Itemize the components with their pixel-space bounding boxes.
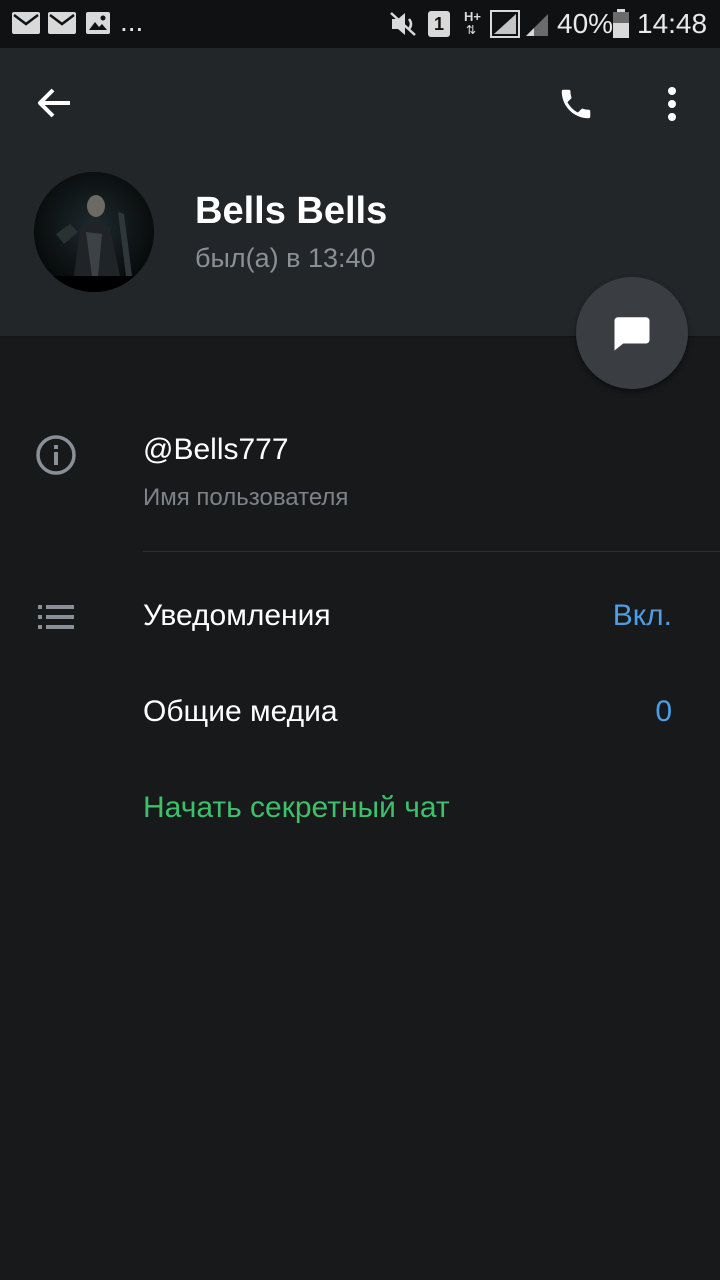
signal-icon (526, 14, 548, 36)
mail-icon (48, 12, 76, 34)
mute-icon (390, 12, 416, 36)
contact-name: Bells Bells (195, 190, 388, 232)
status-bar: ... 1 H+ ⇅ 40% 14:48 (0, 0, 720, 48)
battery-percent: 40% (557, 8, 614, 39)
notifications-value: Вкл. (612, 599, 672, 632)
shared-media-label: Общие медиа (143, 695, 338, 728)
avatar[interactable] (34, 172, 154, 292)
username-caption: Имя пользователя (143, 484, 349, 511)
network-type: H+ (464, 9, 481, 24)
battery-icon (613, 9, 629, 38)
send-message-button[interactable] (576, 277, 688, 389)
image-icon (86, 12, 110, 34)
start-secret-chat-button[interactable]: Начать секретный чат (143, 791, 450, 825)
message-icon (614, 317, 650, 351)
more-vert-icon (668, 87, 676, 121)
info-icon (36, 435, 76, 475)
username-value: @Bells777 (143, 433, 289, 466)
back-arrow-icon (38, 88, 70, 118)
notifications-label: Уведомления (143, 599, 331, 632)
signal-icon (490, 10, 520, 38)
avatar-photo (34, 172, 154, 292)
more-options-button[interactable] (646, 74, 698, 134)
mail-icon (12, 12, 40, 34)
divider (143, 551, 720, 552)
call-button[interactable] (546, 74, 606, 134)
back-button[interactable] (26, 74, 84, 132)
notification-overflow: ... (120, 6, 144, 37)
clock: 14:48 (637, 8, 708, 39)
last-seen-status: был(а) в 13:40 (195, 243, 376, 273)
sim-icon: 1 (428, 11, 450, 37)
list-icon (38, 605, 74, 629)
network-icon: H+ ⇅ (464, 9, 481, 37)
phone-icon (561, 89, 591, 119)
shared-media-count: 0 (655, 695, 672, 728)
